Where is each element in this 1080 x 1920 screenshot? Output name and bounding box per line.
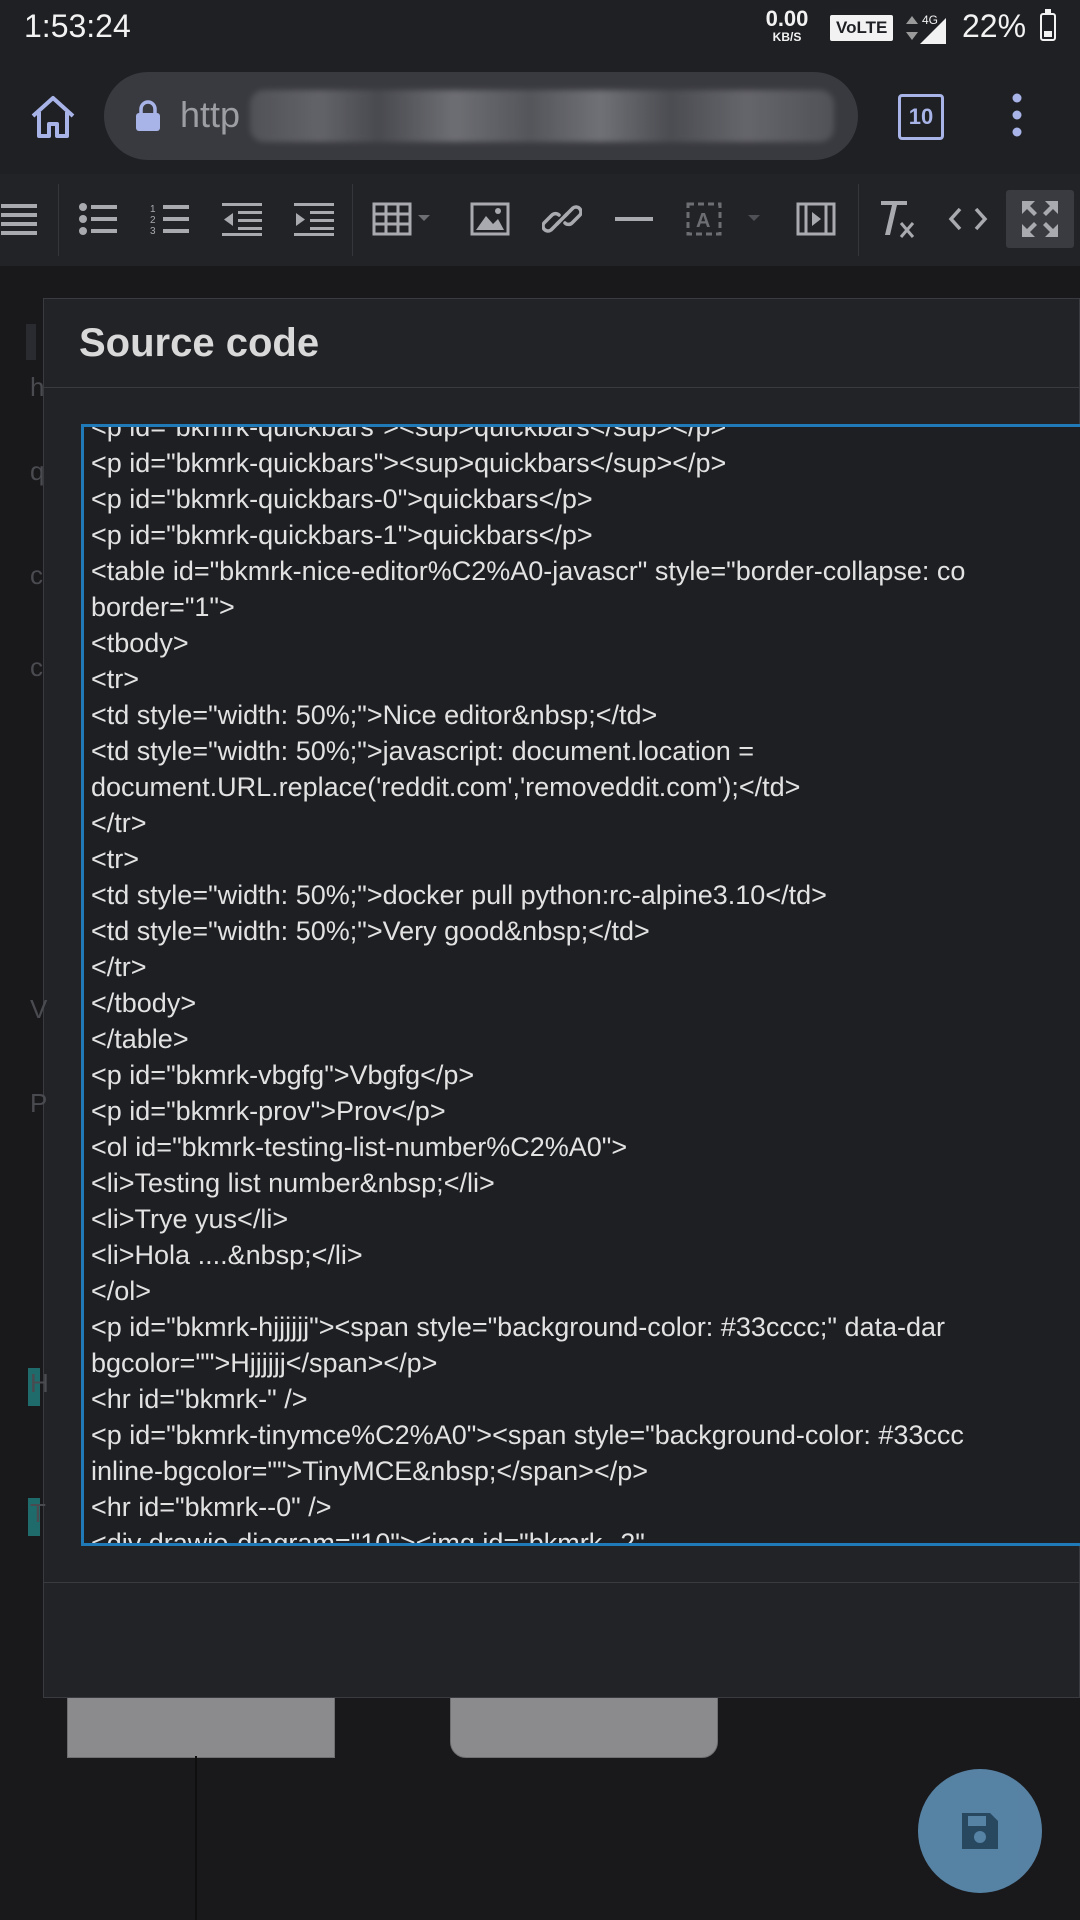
url-redacted	[250, 90, 834, 142]
svg-text:2: 2	[150, 215, 156, 226]
numbered-list-icon[interactable]: 123	[148, 190, 192, 248]
code-line: </tbody>	[91, 988, 197, 1018]
code-line: <li>Trye yus</li>	[91, 1204, 289, 1234]
source-code-textarea[interactable]: <p id="bkmrk-quickbars"><sup>quickbars</…	[81, 424, 1080, 1546]
svg-text:1: 1	[150, 204, 156, 215]
browser-toolbar: http 10	[0, 56, 1080, 174]
source-code-content: <p id="bkmrk-quickbars"><sup>quickbars</…	[91, 424, 966, 1546]
code-line: <p id="bkmrk-vbgfg">Vbgfg</p>	[91, 1060, 475, 1090]
background-text: H	[30, 1368, 49, 1398]
code-line: </ol>	[91, 1276, 152, 1306]
bullet-list-icon[interactable]	[76, 190, 120, 248]
code-line: <tr>	[91, 664, 140, 694]
horizontal-rule-icon[interactable]	[614, 190, 654, 248]
outdent-icon[interactable]	[220, 190, 264, 248]
code-line: <table id="bkmrk-nice-editor%C2%A0-javas…	[91, 556, 966, 586]
status-bar: 1:53:24 0.00 KB/S VoLTE 4G 22%	[0, 0, 1080, 56]
background-text: q	[30, 456, 45, 486]
code-line: <li>Testing list number&nbsp;</li>	[91, 1168, 495, 1198]
save-button[interactable]	[918, 1769, 1042, 1893]
media-icon[interactable]	[794, 190, 838, 248]
network-speed: 0.00 KB/S	[760, 6, 814, 45]
svg-text:3: 3	[150, 226, 156, 236]
code-line: <p id="bkmrk-quickbars"><sup>quickbars</…	[91, 448, 727, 478]
svg-text:A: A	[696, 210, 710, 232]
indent-icon[interactable]	[292, 190, 336, 248]
dialog-header-divider	[44, 387, 1079, 388]
background-divider	[195, 1756, 197, 1920]
align-justify-icon[interactable]	[0, 190, 40, 248]
save-icon	[962, 1813, 998, 1849]
source-code-icon[interactable]	[946, 190, 990, 248]
code-line: </tr>	[91, 808, 147, 838]
code-line: <td style="width: 50%;">Nice editor&nbsp…	[91, 700, 658, 730]
code-line: <p id="bkmrk-quickbars"><sup>quickbars</…	[91, 424, 727, 442]
mobile-signal-icon: 4G	[906, 13, 946, 44]
battery-icon	[1040, 9, 1056, 41]
background-text: h	[30, 372, 45, 402]
status-time: 1:53:24	[24, 8, 131, 44]
code-line: <hr id="bkmrk--0" />	[91, 1492, 332, 1522]
url-bar[interactable]: http	[104, 72, 858, 160]
source-code-dialog: Source code <p id="bkmrk-quickbars"><sup…	[43, 298, 1080, 1698]
code-line: <tbody>	[91, 628, 189, 658]
background-strip	[26, 324, 36, 360]
code-line: <ol id="bkmrk-testing-list-number%C2%A0"…	[91, 1132, 628, 1162]
code-line: </tr>	[91, 952, 147, 982]
dialog-footer-divider	[44, 1582, 1079, 1583]
code-line: <td style="width: 50%;">docker pull pyth…	[91, 880, 827, 910]
code-line: inline-bgcolor="">TinyMCE&nbsp;</span></…	[91, 1456, 648, 1486]
text-color-icon[interactable]: A	[684, 190, 766, 248]
background-text: c	[30, 560, 43, 590]
code-line: <p id="bkmrk-prov">Prov</p>	[91, 1096, 446, 1126]
volte-badge: VoLTE	[830, 15, 894, 41]
code-line: <hr id="bkmrk-" />	[91, 1384, 308, 1414]
code-line: </table>	[91, 1024, 189, 1054]
code-line: document.URL.replace('reddit.com','remov…	[91, 772, 801, 802]
network-type-label: 4G	[922, 13, 938, 27]
background-text: c	[30, 652, 43, 682]
network-speed-value: 0.00	[765, 6, 809, 31]
link-icon[interactable]	[540, 190, 584, 248]
code-line: border="1">	[91, 592, 235, 622]
code-line: bgcolor="">Hjjjjjj</span></p>	[91, 1348, 438, 1378]
network-speed-unit: KB/S	[772, 30, 802, 44]
lock-icon	[136, 100, 160, 131]
code-line: <li>Hola ....&nbsp;</li>	[91, 1240, 363, 1270]
code-line: <td style="width: 50%;">javascript: docu…	[91, 736, 755, 766]
code-line: <p id="bkmrk-quickbars-0">quickbars</p>	[91, 484, 593, 514]
code-line: <td style="width: 50%;">Very good&nbsp;<…	[91, 916, 650, 946]
code-line: <tr>	[91, 844, 140, 874]
background-text: P	[30, 1088, 48, 1118]
background-button	[450, 1692, 718, 1758]
battery-percent: 22%	[962, 8, 1027, 44]
tab-count-button[interactable]: 10	[898, 94, 944, 140]
home-icon[interactable]	[28, 94, 78, 140]
code-line: <div drawio-diagram="10"><img id="bkmrk-…	[91, 1528, 645, 1546]
background-button	[67, 1692, 335, 1758]
background-text: T	[30, 1498, 46, 1528]
background-text: V	[30, 994, 48, 1024]
code-line: <p id="bkmrk-quickbars-1">quickbars</p>	[91, 520, 593, 550]
url-text: http	[180, 94, 241, 135]
fullscreen-icon[interactable]	[1006, 190, 1074, 248]
overflow-menu-icon[interactable]	[1004, 92, 1030, 138]
table-icon[interactable]	[372, 190, 438, 248]
dialog-title: Source code	[79, 321, 320, 365]
clear-formatting-icon[interactable]	[874, 190, 920, 248]
code-line: <p id="bkmrk-hjjjjjj"><span style="backg…	[91, 1312, 946, 1342]
code-line: <p id="bkmrk-tinymce%C2%A0"><span style=…	[91, 1420, 964, 1450]
image-icon[interactable]	[468, 190, 512, 248]
editor-toolbar: 123 A	[0, 174, 1080, 267]
